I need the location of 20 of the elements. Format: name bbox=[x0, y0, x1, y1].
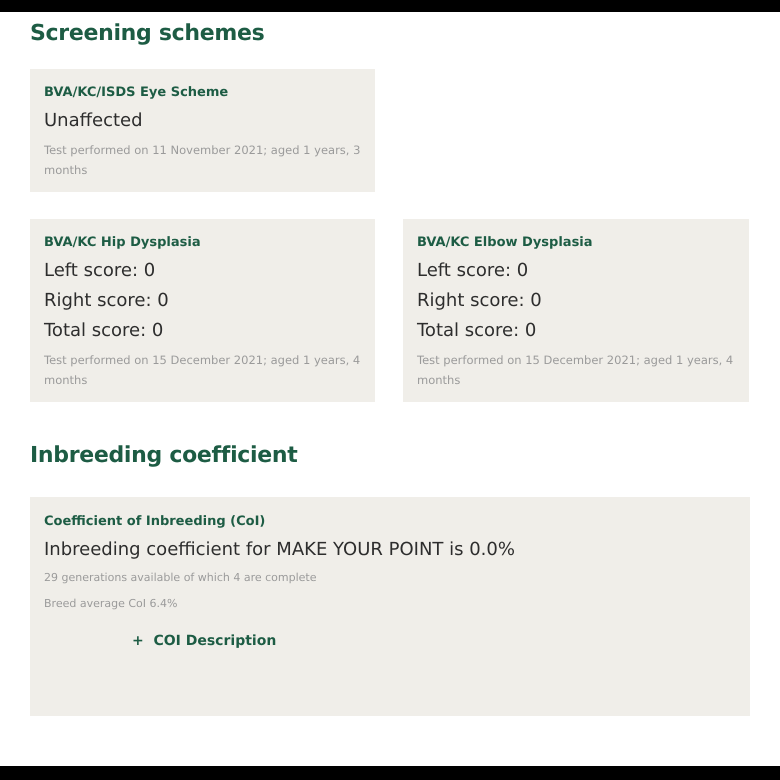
card-title: BVA/KC Hip Dysplasia bbox=[44, 235, 202, 250]
card-title: BVA/KC/ISDS Eye Scheme bbox=[44, 85, 230, 100]
test-note: Test performed on 15 December 2021; aged 1 years, 4 months bbox=[417, 352, 734, 389]
card-title: BVA/KC Elbow Dysplasia bbox=[417, 235, 594, 250]
result-text: Inbreeding coefficient for MAKE YOUR POINT is 0.0% bbox=[44, 538, 516, 562]
result-text: Total score: 0 bbox=[44, 319, 164, 343]
result-text: Right score: 0 bbox=[417, 289, 543, 313]
test-note: Test performed on 11 November 2021; aged 1 years, 3 months bbox=[44, 142, 361, 179]
coi-description-button[interactable]: + COI Description bbox=[132, 633, 276, 649]
info-text: Breed average CoI 6.4% bbox=[44, 596, 178, 612]
section-heading: Inbreeding coefficient bbox=[30, 442, 298, 470]
section-heading: Screening schemes bbox=[30, 20, 266, 48]
info-text: 29 generations available of which 4 are complete bbox=[44, 570, 318, 586]
result-text: Left score: 0 bbox=[417, 259, 530, 283]
card-title: Coefficient of Inbreeding (CoI) bbox=[44, 514, 266, 529]
result-text: Left score: 0 bbox=[44, 259, 156, 283]
test-note: Test performed on 15 December 2021; aged 1 years, 4 months bbox=[44, 352, 361, 389]
result-text: Right score: 0 bbox=[44, 289, 170, 313]
result-text: Total score: 0 bbox=[417, 319, 538, 343]
result-text: Unaffected bbox=[44, 109, 144, 133]
